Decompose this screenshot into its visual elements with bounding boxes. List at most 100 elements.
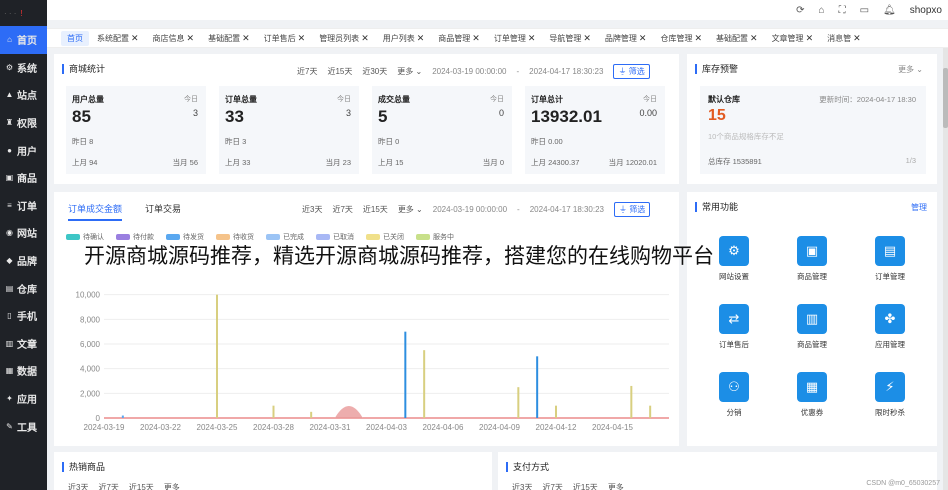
pay-filter-7d[interactable]: 近7天	[542, 482, 562, 490]
data-bar	[310, 411, 313, 418]
function-1[interactable]: ▣ 商品管理	[782, 236, 842, 282]
date-to[interactable]: 2024-04-17 18:30:23	[529, 67, 603, 76]
hot-filter-15d[interactable]: 近15天	[129, 482, 154, 490]
close-icon[interactable]: ✕	[472, 33, 480, 44]
data-icon: ▦	[5, 366, 14, 376]
close-icon[interactable]: ✕	[853, 33, 861, 44]
sidebar-item-8[interactable]: ◆ 品牌	[0, 247, 47, 275]
filter-button[interactable]: ⏚ 筛选	[613, 64, 650, 79]
filter-7d[interactable]: 近7天	[297, 66, 317, 77]
hot-filter-3d[interactable]: 近3天	[68, 482, 88, 490]
mall-stats-filters: 近7天 近15天 近30天 更多 ⌄ 2024-03-19 00:00:00 -…	[297, 64, 650, 79]
sidebar-item-4[interactable]: ● 用户	[0, 136, 47, 164]
tab-2[interactable]: 商店信息 ✕	[147, 31, 201, 46]
tab-order-trade[interactable]: 订单交易	[145, 202, 181, 215]
sidebar-item-13[interactable]: ✦ 应用	[0, 385, 47, 413]
close-icon[interactable]: ✕	[131, 33, 139, 44]
close-icon[interactable]: ✕	[694, 33, 702, 44]
tab-3[interactable]: 基础配置 ✕	[202, 31, 256, 46]
legend-swatch	[66, 234, 80, 241]
stat-total: 85	[72, 107, 91, 126]
sidebar-item-14[interactable]: ✎ 工具	[0, 412, 47, 440]
filter-more[interactable]: 更多 ⌄	[397, 66, 422, 77]
chart-date-from[interactable]: 2024-03-19 00:00:00	[433, 205, 507, 214]
tab-0[interactable]: 首页	[61, 30, 89, 46]
filter-15d[interactable]: 近15天	[327, 66, 352, 77]
chart-filter-more[interactable]: 更多 ⌄	[398, 204, 423, 215]
tab-label: 系统配置	[97, 33, 129, 43]
chart-filter-15d[interactable]: 近15天	[363, 204, 388, 215]
chart-date-to[interactable]: 2024-04-17 18:30:23	[530, 205, 604, 214]
bell-icon[interactable]: 🔔︎	[883, 5, 896, 16]
tab-13[interactable]: 文章管理 ✕	[766, 31, 820, 46]
tab-6[interactable]: 用户列表 ✕	[377, 31, 431, 46]
function-8[interactable]: ⚡ 限时秒杀	[860, 372, 920, 418]
function-4[interactable]: ▥ 商品管理	[782, 304, 842, 350]
close-icon[interactable]: ✕	[806, 33, 814, 44]
hot-filter-more[interactable]: 更多	[164, 482, 180, 490]
sidebar-item-7[interactable]: ◉ 网站	[0, 219, 47, 247]
sidebar-item-6[interactable]: ≡ 订单	[0, 192, 47, 220]
chart-filter-button[interactable]: ⏚ 筛选	[614, 202, 651, 217]
function-6[interactable]: ⚇ 分销	[704, 372, 764, 418]
close-icon[interactable]: ✕	[187, 33, 195, 44]
tab-12[interactable]: 基础配置 ✕	[710, 31, 764, 46]
pay-filter-3d[interactable]: 近3天	[512, 482, 532, 490]
distribution-icon: ⚇	[719, 372, 749, 402]
scrollbar[interactable]	[943, 48, 948, 490]
sidebar-item-label: 品牌	[17, 257, 37, 269]
function-5[interactable]: ✤ 应用管理	[860, 304, 920, 350]
filter-30d[interactable]: 近30天	[362, 66, 387, 77]
fullscreen-icon[interactable]: ⛶	[839, 5, 846, 16]
function-7[interactable]: ▦ 优惠券	[782, 372, 842, 418]
payment-title: 支付方式	[506, 462, 549, 472]
pay-filter-15d[interactable]: 近15天	[573, 482, 598, 490]
sidebar-item-10[interactable]: ▯ 手机	[0, 302, 47, 330]
stock-more[interactable]: 更多 ⌄	[898, 64, 923, 75]
sidebar-item-9[interactable]: ▤ 仓库	[0, 274, 47, 302]
close-icon[interactable]: ✕	[528, 33, 536, 44]
close-icon[interactable]: ✕	[639, 33, 647, 44]
tab-8[interactable]: 订单管理 ✕	[488, 31, 542, 46]
function-3[interactable]: ⇄ 订单售后	[704, 304, 764, 350]
sidebar-item-11[interactable]: ▥ 文章	[0, 330, 47, 358]
tab-9[interactable]: 导航管理 ✕	[543, 31, 597, 46]
sidebar-item-label: 站点	[17, 91, 37, 103]
sidebar-item-5[interactable]: ▣ 商品	[0, 164, 47, 192]
tab-4[interactable]: 订单售后 ✕	[258, 31, 312, 46]
tab-14[interactable]: 消息管 ✕	[821, 31, 867, 46]
home-link-icon[interactable]: ⌂	[819, 5, 825, 16]
stock-note: 10个商品规格库存不足	[708, 132, 784, 141]
date-from[interactable]: 2024-03-19 00:00:00	[432, 67, 506, 76]
sidebar-item-2[interactable]: ▲ 站点	[0, 81, 47, 109]
manage-link[interactable]: 管理	[911, 202, 927, 213]
sidebar-item-12[interactable]: ▦ 数据	[0, 357, 47, 385]
goods-manage-icon: ▣	[797, 236, 827, 266]
user-menu[interactable]: shopxo	[910, 5, 942, 16]
close-icon[interactable]: ✕	[417, 33, 425, 44]
tab-11[interactable]: 仓库管理 ✕	[654, 31, 708, 46]
chart-filter-7d[interactable]: 近7天	[332, 204, 352, 215]
desktop-icon[interactable]: ▭	[860, 5, 869, 16]
tab-10[interactable]: 品牌管理 ✕	[599, 31, 653, 46]
close-icon[interactable]: ✕	[298, 33, 306, 44]
close-icon[interactable]: ✕	[242, 33, 250, 44]
sidebar-item-0[interactable]: ⌂ 首页	[0, 26, 47, 54]
stock-pager[interactable]: 1/3	[906, 156, 916, 165]
sidebar-item-3[interactable]: ♜ 权限	[0, 109, 47, 137]
close-icon[interactable]: ✕	[583, 33, 591, 44]
function-2[interactable]: ▤ 订单管理	[860, 236, 920, 282]
close-icon[interactable]: ✕	[750, 33, 758, 44]
sidebar-item-1[interactable]: ⚙ 系统	[0, 54, 47, 82]
hot-filter-7d[interactable]: 近7天	[98, 482, 118, 490]
tab-1[interactable]: 系统配置 ✕	[91, 31, 145, 46]
scrollbar-thumb[interactable]	[943, 68, 948, 128]
tab-7[interactable]: 商品管理 ✕	[432, 31, 486, 46]
chart-filter-3d[interactable]: 近3天	[302, 204, 322, 215]
tab-order-amount[interactable]: 订单成交金额	[68, 202, 123, 221]
pay-filter-more[interactable]: 更多	[608, 482, 624, 490]
gear-icon: ⚙	[5, 62, 14, 72]
close-icon[interactable]: ✕	[361, 33, 369, 44]
tab-5[interactable]: 管理员列表 ✕	[313, 31, 375, 46]
refresh-icon[interactable]: ⟳	[796, 5, 804, 16]
